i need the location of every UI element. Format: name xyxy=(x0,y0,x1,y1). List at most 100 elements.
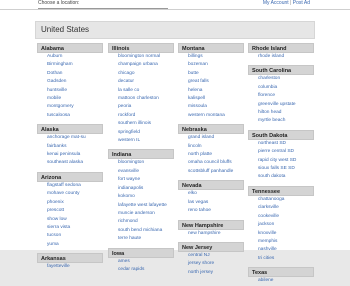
state-heading[interactable]: Nevada xyxy=(178,180,244,191)
city-link[interactable]: cedar rapids xyxy=(108,266,174,274)
city-link[interactable]: bloomington normal xyxy=(108,53,174,61)
city-link[interactable]: Dothan xyxy=(37,70,103,78)
state-heading[interactable]: Arkansas xyxy=(37,253,103,264)
city-link[interactable]: columbia xyxy=(248,84,314,92)
city-link[interactable]: myrtle beach xyxy=(248,117,314,125)
city-link[interactable]: show low xyxy=(37,216,103,224)
city-link[interactable]: sierra vista xyxy=(37,224,103,232)
city-link[interactable]: florence xyxy=(248,92,314,100)
city-link[interactable]: Auburn xyxy=(37,53,103,61)
city-link[interactable]: missoula xyxy=(178,103,244,111)
city-link[interactable]: omaha council bluffs xyxy=(178,159,244,167)
state-heading[interactable]: Tennessee xyxy=(248,185,314,196)
state-heading[interactable]: Rhode Island xyxy=(248,43,314,53)
city-link[interactable]: fayetteville xyxy=(37,263,103,271)
city-link[interactable]: lincoln xyxy=(178,143,244,151)
state-heading[interactable]: Texas xyxy=(248,267,314,278)
city-link[interactable]: mohave county xyxy=(37,190,103,198)
city-link[interactable]: helena xyxy=(178,87,244,95)
city-link[interactable]: tri cities xyxy=(248,255,314,263)
city-link[interactable]: north jersey xyxy=(178,269,244,277)
state-heading[interactable]: Alaska xyxy=(37,124,103,135)
city-link[interactable]: rockford xyxy=(108,112,174,120)
city-link[interactable]: elko xyxy=(178,190,244,198)
city-link[interactable]: mobile xyxy=(37,95,103,103)
city-link[interactable]: ames xyxy=(108,258,174,266)
city-link[interactable]: bloomington xyxy=(108,159,174,167)
city-link[interactable]: fort wayne xyxy=(108,176,174,184)
city-link[interactable]: jackson xyxy=(248,221,314,229)
city-link[interactable]: kokomo xyxy=(108,193,174,201)
city-link[interactable]: muncie anderson xyxy=(108,210,174,218)
city-link[interactable]: western IL xyxy=(108,137,174,145)
city-link[interactable]: north platte xyxy=(178,151,244,159)
state-heading[interactable]: Indiana xyxy=(108,149,174,160)
city-link[interactable]: cookeville xyxy=(248,213,314,221)
city-link[interactable]: central NJ xyxy=(178,252,244,260)
city-link[interactable]: evansville xyxy=(108,168,174,176)
state-heading[interactable]: Iowa xyxy=(108,247,174,258)
city-link[interactable]: anchorage mat-su xyxy=(37,134,103,142)
state-heading[interactable]: South Dakota xyxy=(248,129,314,140)
city-link[interactable]: huntsville xyxy=(37,87,103,95)
city-link[interactable]: billings xyxy=(178,53,244,61)
state-heading[interactable]: New Hampshire xyxy=(178,219,244,230)
city-link[interactable]: greenville upstate xyxy=(248,101,314,109)
city-link[interactable]: kalispell xyxy=(178,95,244,103)
city-link[interactable]: rapid city west SD xyxy=(248,157,314,165)
state-heading[interactable]: Montana xyxy=(178,43,244,53)
city-link[interactable]: jersey shore xyxy=(178,260,244,268)
city-link[interactable]: indianapolis xyxy=(108,185,174,193)
city-link[interactable]: bozeman xyxy=(178,61,244,69)
city-link[interactable]: abilene xyxy=(248,277,314,285)
city-link[interactable]: kenai peninsula xyxy=(37,151,103,159)
city-link[interactable]: south bend michiana xyxy=(108,227,174,235)
city-link[interactable]: yuma xyxy=(37,241,103,249)
city-link[interactable]: lafayette west lafayette xyxy=(108,202,174,210)
city-link[interactable]: charleston xyxy=(248,75,314,83)
city-link[interactable]: chattanooga xyxy=(248,196,314,204)
post-ad-link[interactable]: Post Ad xyxy=(293,0,310,6)
city-link[interactable]: montgomery xyxy=(37,103,103,111)
state-heading[interactable]: Arizona xyxy=(37,171,103,182)
city-link[interactable]: butte xyxy=(178,70,244,78)
city-link[interactable]: la salle co xyxy=(108,87,174,95)
city-link[interactable]: western montana xyxy=(178,112,244,120)
city-link[interactable]: southern illinois xyxy=(108,120,174,128)
state-heading[interactable]: Illinois xyxy=(108,43,174,53)
state-heading[interactable]: South Carolina xyxy=(248,65,314,76)
city-link[interactable]: new hampshire xyxy=(178,230,244,238)
city-link[interactable]: rhode island xyxy=(248,53,314,61)
city-link[interactable]: tuscaloosa xyxy=(37,112,103,120)
location-select[interactable] xyxy=(38,8,168,9)
city-link[interactable]: scottsbluff panhandle xyxy=(178,168,244,176)
city-link[interactable]: sioux falls SE SD xyxy=(248,165,314,173)
city-link[interactable]: reno tahoe xyxy=(178,207,244,215)
city-link[interactable]: mattoon charleston xyxy=(108,95,174,103)
city-link[interactable]: northeast SD xyxy=(248,140,314,148)
city-link[interactable]: richmond xyxy=(108,218,174,226)
city-link[interactable]: south dakota xyxy=(248,173,314,181)
state-heading[interactable]: Alabama xyxy=(37,43,103,53)
city-link[interactable]: memphis xyxy=(248,238,314,246)
city-link[interactable]: great falls xyxy=(178,78,244,86)
city-link[interactable]: Birmingham xyxy=(37,61,103,69)
city-link[interactable]: fairbanks xyxy=(37,143,103,151)
city-link[interactable]: decatur xyxy=(108,78,174,86)
city-link[interactable]: grand island xyxy=(178,134,244,142)
city-link[interactable]: las vegas xyxy=(178,199,244,207)
city-link[interactable]: knoxville xyxy=(248,230,314,238)
city-link[interactable]: springfield xyxy=(108,129,174,137)
city-link[interactable]: flagstaff sedona xyxy=(37,182,103,190)
my-account-link[interactable]: My Account xyxy=(263,0,289,6)
city-link[interactable]: phoenix xyxy=(37,199,103,207)
city-link[interactable]: clarksville xyxy=(248,204,314,212)
city-link[interactable]: southeast alaska xyxy=(37,159,103,167)
state-heading[interactable]: Nebraska xyxy=(178,124,244,135)
city-link[interactable]: hilton head xyxy=(248,109,314,117)
city-link[interactable]: chicago xyxy=(108,70,174,78)
city-link[interactable]: pierre central SD xyxy=(248,148,314,156)
city-link[interactable]: tucson xyxy=(37,232,103,240)
city-link[interactable]: terre haute xyxy=(108,235,174,243)
city-link[interactable]: champaign urbana xyxy=(108,61,174,69)
